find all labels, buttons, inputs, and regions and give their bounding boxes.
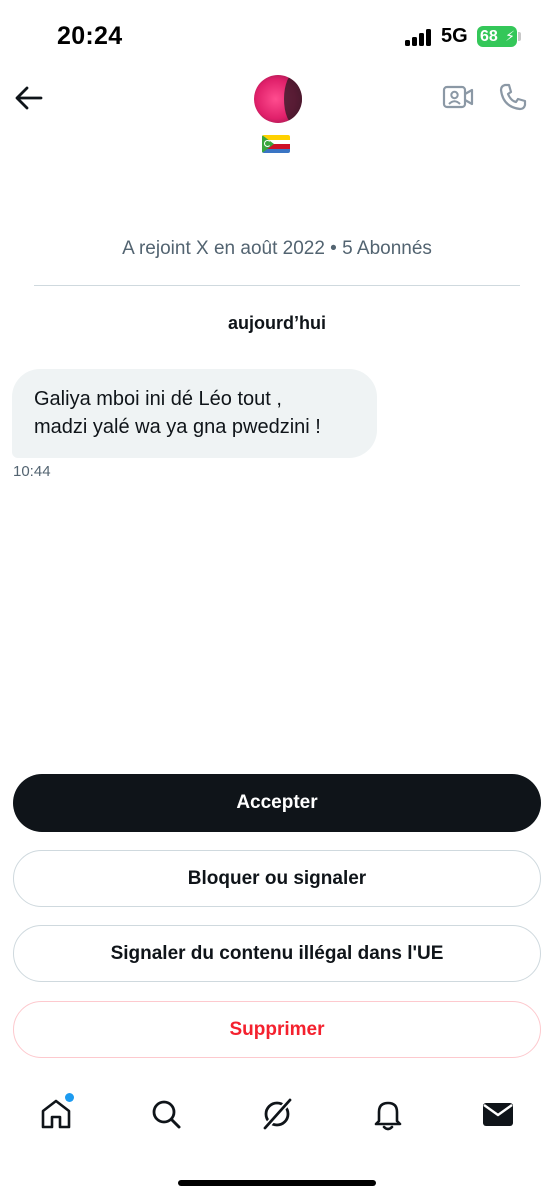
network-type: 5G bbox=[441, 25, 468, 47]
arrow-left-icon bbox=[15, 86, 43, 110]
message-text-line-2: madzi yalé wa ya gna pwedzini ! bbox=[34, 416, 321, 438]
message-bubble[interactable]: Galiya mboi ini dé Léo tout , madzi yalé… bbox=[12, 369, 377, 458]
battery-cap bbox=[518, 32, 521, 41]
delete-button[interactable]: Supprimer bbox=[13, 1001, 541, 1058]
message-text-line-1: Galiya mboi ini dé Léo tout , bbox=[34, 388, 282, 410]
charging-bolt-icon: ⚡ bbox=[505, 28, 515, 44]
phone-icon bbox=[499, 83, 527, 111]
block-or-report-button[interactable]: Bloquer ou signaler bbox=[13, 850, 541, 907]
signal-strength-icon bbox=[405, 28, 433, 46]
profile-meta: A rejoint X en août 2022 • 5 Abonnés bbox=[122, 238, 432, 259]
home-indicator bbox=[178, 1180, 376, 1186]
status-time: 20:24 bbox=[57, 22, 123, 50]
grok-icon bbox=[263, 1098, 292, 1130]
report-illegal-content-button[interactable]: Signaler du contenu illégal dans l'UE bbox=[13, 925, 541, 982]
battery-indicator: 68 ⚡ bbox=[477, 26, 517, 47]
nav-notifications[interactable] bbox=[370, 1096, 406, 1132]
nav-search[interactable] bbox=[148, 1096, 184, 1132]
bottom-nav bbox=[0, 1082, 554, 1152]
message-timestamp: 10:44 bbox=[13, 463, 51, 480]
day-separator: aujourd’hui bbox=[228, 313, 326, 333]
voice-call-button[interactable] bbox=[498, 82, 528, 112]
video-call-button[interactable] bbox=[442, 84, 474, 110]
avatar[interactable] bbox=[254, 75, 302, 123]
nav-grok[interactable] bbox=[259, 1096, 295, 1132]
battery-level: 68 bbox=[480, 28, 498, 45]
status-bar: 20:24 5G 68 ⚡ bbox=[0, 0, 554, 74]
messages-icon bbox=[483, 1103, 513, 1126]
notification-badge bbox=[65, 1093, 74, 1102]
notifications-icon bbox=[374, 1101, 402, 1131]
divider bbox=[34, 285, 520, 286]
video-camera-icon bbox=[442, 85, 474, 109]
accept-button[interactable]: Accepter bbox=[13, 774, 541, 832]
search-icon bbox=[152, 1100, 181, 1129]
nav-home[interactable] bbox=[38, 1093, 74, 1132]
back-button[interactable] bbox=[14, 84, 44, 112]
comoros-flag-icon bbox=[262, 135, 290, 153]
nav-messages[interactable] bbox=[480, 1096, 516, 1132]
